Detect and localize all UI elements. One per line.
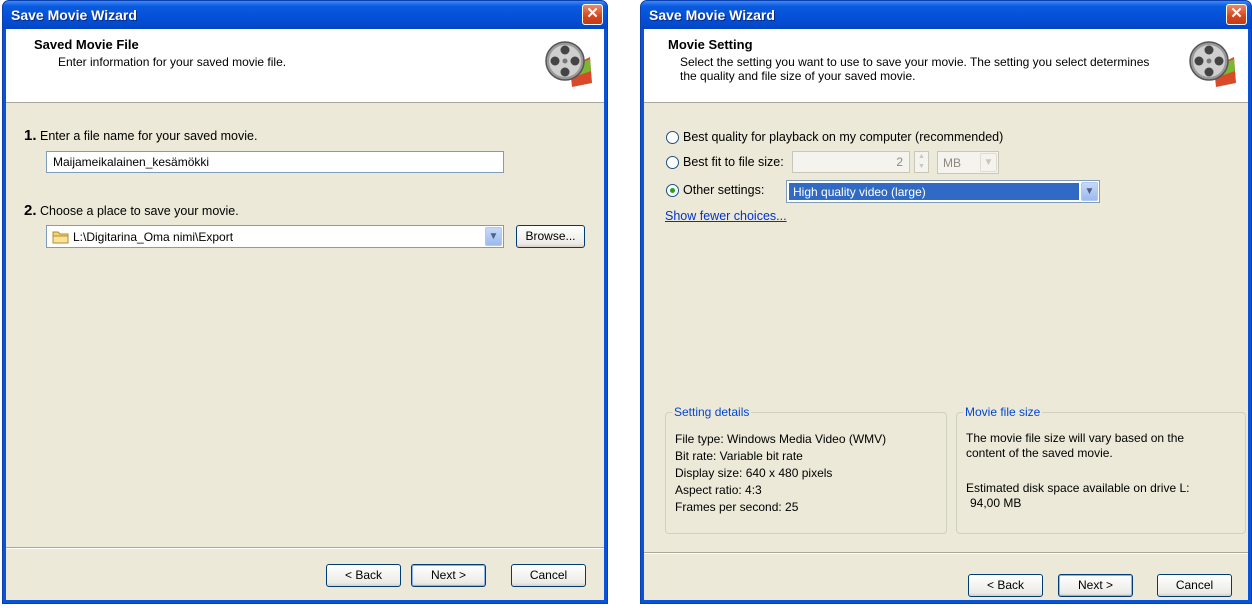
save-location-value: L:\Digitarina_Oma nimi\Export bbox=[73, 230, 234, 244]
chevron-down-icon: ▼ bbox=[980, 153, 997, 172]
close-button[interactable]: ✕ bbox=[582, 4, 603, 25]
close-button[interactable]: ✕ bbox=[1226, 4, 1247, 25]
back-button[interactable]: < Back bbox=[326, 564, 401, 587]
step-1-label: 1. Enter a file name for your saved movi… bbox=[24, 127, 258, 144]
disk-space-value: 94,00 MB bbox=[970, 496, 1022, 510]
chevron-down-icon[interactable]: ▼ bbox=[485, 227, 502, 246]
window-title: Save Movie Wizard bbox=[649, 7, 775, 23]
file-name-input[interactable]: Maijameikalainen_kesämökki bbox=[46, 151, 504, 173]
other-settings-radio[interactable] bbox=[666, 184, 679, 197]
film-reel-icon bbox=[1189, 41, 1236, 87]
wizard-header: Movie Setting Select the setting you wan… bbox=[644, 29, 1248, 103]
step-2-label: 2. Choose a place to save your movie. bbox=[24, 202, 239, 219]
save-movie-wizard-window-file: Save Movie Wizard ✕ Saved Movie File Ent… bbox=[2, 0, 608, 604]
detail-line: File type: Windows Media Video (WMV) bbox=[675, 432, 887, 446]
title-bar[interactable]: Save Movie Wizard ✕ bbox=[3, 1, 607, 29]
window-title: Save Movie Wizard bbox=[11, 7, 137, 23]
show-fewer-choices-link[interactable]: Show fewer choices... bbox=[665, 209, 787, 223]
cancel-button[interactable]: Cancel bbox=[511, 564, 586, 587]
next-button[interactable]: Next > bbox=[1058, 574, 1133, 597]
detail-line: Frames per second: 25 bbox=[675, 500, 799, 514]
footer-divider bbox=[6, 547, 604, 549]
page-title: Movie Setting bbox=[668, 37, 753, 52]
setting-details-title: Setting details bbox=[672, 405, 752, 419]
cancel-button[interactable]: Cancel bbox=[1157, 574, 1232, 597]
folder-icon bbox=[52, 231, 69, 244]
file-size-note: The movie file size will vary based on t… bbox=[966, 431, 1185, 460]
other-settings-value: High quality video (large) bbox=[789, 183, 1079, 200]
page-title: Saved Movie File bbox=[34, 37, 139, 52]
disk-space-label: Estimated disk space available on drive … bbox=[966, 481, 1190, 495]
save-location-dropdown[interactable]: L:\Digitarina_Oma nimi\Export ▼ bbox=[46, 225, 504, 248]
setting-details-group: Setting details File type: Windows Media… bbox=[665, 405, 947, 534]
best-fit-radio[interactable] bbox=[666, 156, 679, 169]
browse-button[interactable]: Browse... bbox=[516, 225, 585, 248]
film-reel-icon bbox=[545, 41, 592, 87]
detail-line: Bit rate: Variable bit rate bbox=[675, 449, 803, 463]
next-button[interactable]: Next > bbox=[411, 564, 486, 587]
file-size-spinner: ▲ ▼ bbox=[914, 151, 929, 173]
footer-divider bbox=[644, 552, 1248, 554]
back-button[interactable]: < Back bbox=[968, 574, 1043, 597]
wizard-body: Saved Movie File Enter information for y… bbox=[6, 29, 604, 600]
file-size-input: 2 bbox=[792, 151, 910, 173]
file-size-unit-dropdown: MB ▼ bbox=[937, 151, 999, 174]
movie-file-size-group: Movie file size The movie file size will… bbox=[956, 405, 1246, 534]
wizard-header: Saved Movie File Enter information for y… bbox=[6, 29, 604, 103]
detail-line: Display size: 640 x 480 pixels bbox=[675, 466, 833, 480]
detail-line: Aspect ratio: 4:3 bbox=[675, 483, 762, 497]
title-bar[interactable]: Save Movie Wizard ✕ bbox=[641, 1, 1251, 29]
chevron-down-icon[interactable]: ▼ bbox=[1081, 182, 1098, 201]
best-quality-radio[interactable] bbox=[666, 131, 679, 144]
wizard-body: Movie Setting Select the setting you wan… bbox=[644, 29, 1248, 600]
setting-details-list: File type: Windows Media Video (WMV) Bit… bbox=[675, 431, 940, 516]
save-movie-wizard-window-setting: Save Movie Wizard ✕ Movie Setting Select… bbox=[640, 0, 1252, 604]
movie-file-size-body: The movie file size will vary based on t… bbox=[966, 431, 1239, 511]
other-settings-dropdown[interactable]: High quality video (large) ▼ bbox=[786, 180, 1100, 203]
movie-file-size-title: Movie file size bbox=[963, 405, 1043, 419]
page-subtitle: Enter information for your saved movie f… bbox=[58, 55, 287, 69]
page-subtitle: Select the setting you want to use to sa… bbox=[680, 55, 1150, 83]
